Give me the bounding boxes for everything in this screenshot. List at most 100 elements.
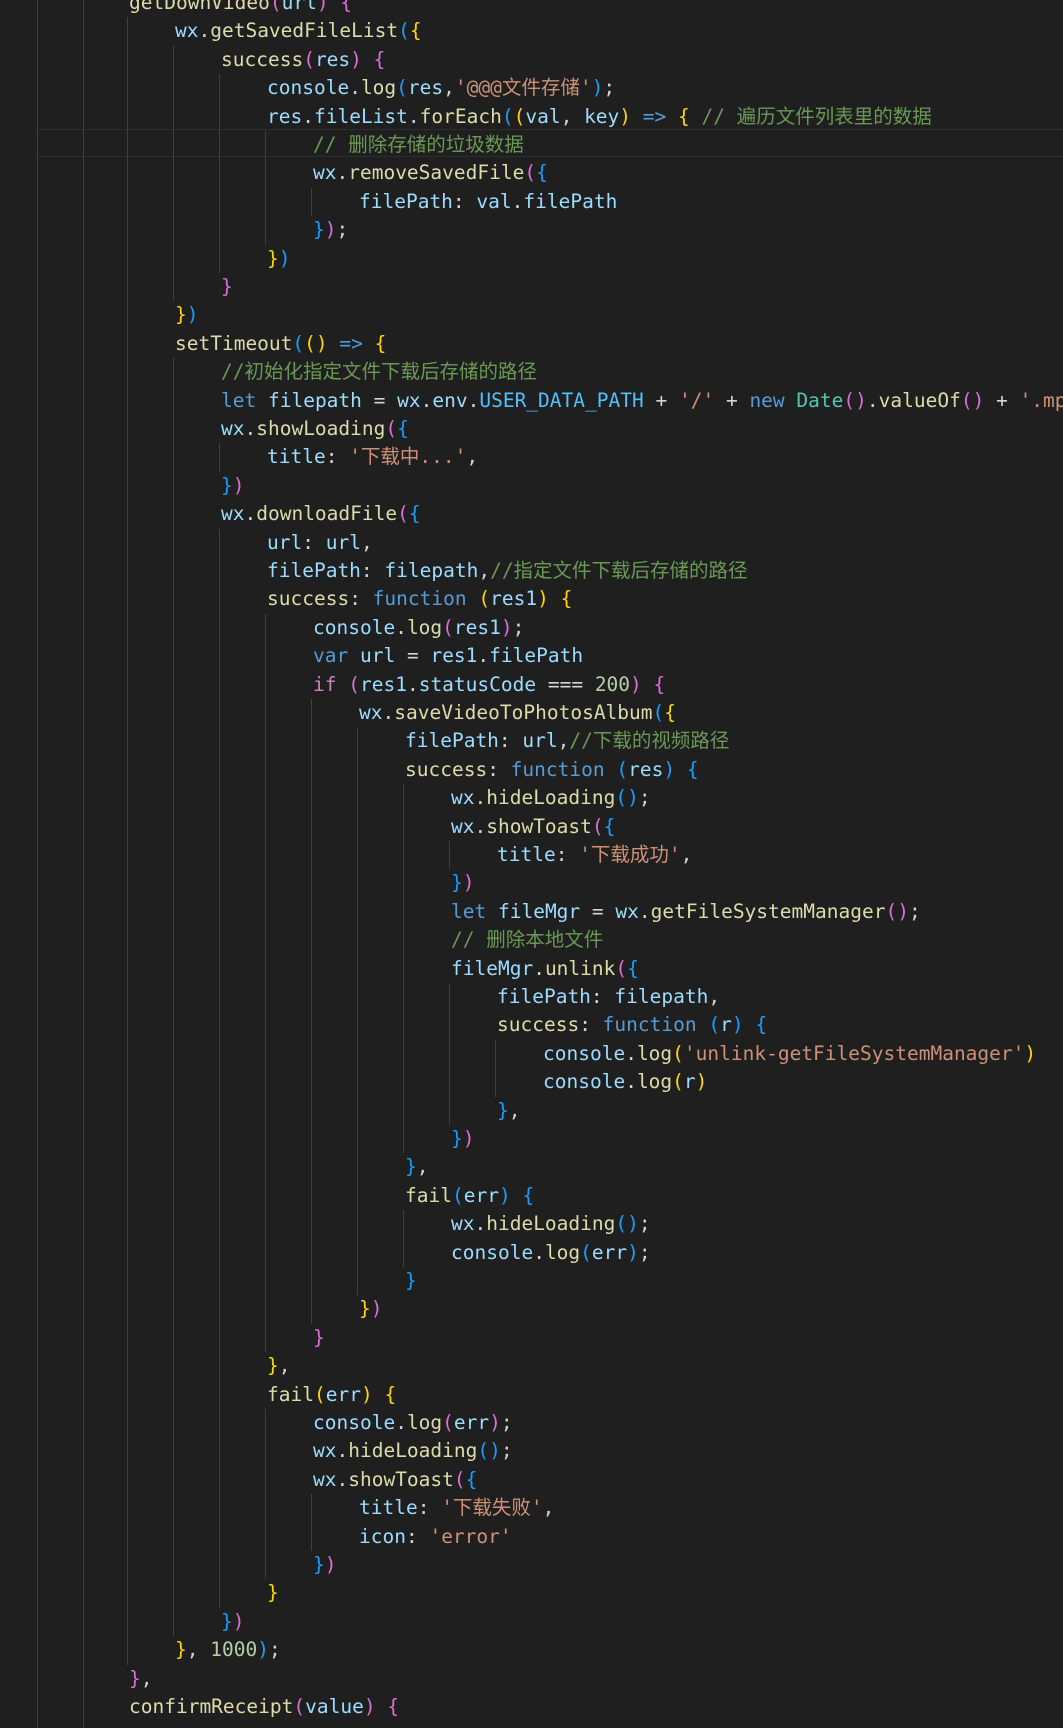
indent-guide (37, 0, 38, 1728)
code-token: : (417, 1496, 442, 1520)
code-token: filepath (267, 388, 362, 412)
code-line[interactable]: }, 1000); (175, 1636, 281, 1664)
code-token: url (281, 0, 317, 14)
code-line[interactable]: title: '下载失败', (359, 1494, 554, 1522)
code-line[interactable]: icon: 'error' (359, 1523, 512, 1551)
code-line[interactable]: var url = res1.filePath (313, 642, 583, 670)
code-line[interactable]: fail(err) { (405, 1182, 534, 1210)
code-token: ; (336, 218, 349, 242)
code-editor[interactable]: getDownVideo(url) {wx.getSavedFileList({… (0, 0, 1063, 1728)
code-token: ( (442, 1411, 454, 1434)
code-line[interactable]: // 删除存储的垃圾数据 (313, 131, 524, 159)
code-line[interactable]: if (res1.statusCode === 200) { (313, 671, 665, 699)
code-line[interactable]: }, (497, 1097, 521, 1125)
code-token: ( (304, 331, 316, 355)
code-line[interactable]: let fileMgr = wx.getFileSystemManager(); (451, 898, 921, 926)
code-token: wx (221, 502, 245, 526)
code-line[interactable]: wx.downloadFile({ (221, 500, 421, 528)
indent-guide (173, 45, 174, 302)
code-line[interactable]: wx.hideLoading(); (451, 1210, 651, 1238)
code-line[interactable]: res.fileList.forEach((val, key) => { // … (267, 103, 932, 131)
code-token: title (497, 843, 556, 866)
code-line[interactable]: } (267, 1579, 279, 1607)
code-line[interactable]: }, (405, 1153, 429, 1181)
code-token: success (267, 587, 350, 611)
code-token: unlink (544, 956, 616, 980)
code-line[interactable]: }) (359, 1295, 383, 1323)
code-line[interactable]: }) (313, 1551, 337, 1579)
code-line[interactable]: fileMgr.unlink({ (451, 955, 639, 983)
code-line[interactable]: } (221, 273, 233, 301)
code-token: ) (489, 1439, 501, 1463)
code-line[interactable]: getDownVideo(url) { (129, 0, 352, 17)
code-token: Date (796, 388, 844, 412)
code-line[interactable]: wx.hideLoading(); (313, 1437, 513, 1465)
code-token: log (544, 1240, 581, 1264)
code-line[interactable]: }) (451, 1125, 475, 1153)
code-token: ) (619, 104, 632, 128)
code-line[interactable]: success(res) { (221, 46, 385, 74)
code-token: , (560, 104, 585, 128)
code-token: success (497, 1013, 580, 1037)
code-token: res1 (430, 644, 478, 668)
code-line[interactable]: console.log(err); (451, 1239, 651, 1267)
code-line[interactable]: setTimeout(() => { (175, 330, 386, 358)
code-line[interactable]: } (313, 1324, 325, 1352)
code-line[interactable]: success: function (res) { (405, 756, 699, 784)
code-token: ( (615, 956, 628, 980)
code-line[interactable]: }) (451, 869, 475, 897)
code-token: ) (278, 246, 291, 270)
code-line[interactable]: url: url, (267, 529, 373, 557)
indent-guide (265, 613, 266, 1353)
code-line[interactable]: confirmReceipt(value) { (129, 1693, 399, 1721)
code-line[interactable]: fail(err) { (267, 1381, 396, 1409)
code-line[interactable]: // 删除本地文件 (451, 926, 603, 954)
code-line[interactable]: console.log(err); (313, 1409, 513, 1437)
code-line[interactable]: filePath: filepath,//指定文件下载后存储的路径 (267, 557, 748, 585)
code-line[interactable]: wx.saveVideoToPhotosAlbum({ (359, 699, 676, 727)
code-line[interactable]: filePath: url,//下载的视频路径 (405, 727, 729, 755)
code-line[interactable]: }) (221, 1608, 245, 1636)
code-line[interactable]: }); (313, 216, 348, 244)
code-line[interactable]: let filepath = wx.env.USER_DATA_PATH + '… (221, 387, 1063, 415)
code-token: . (477, 644, 490, 668)
code-line[interactable]: }) (267, 245, 291, 273)
code-line[interactable]: filePath: filepath, (497, 983, 720, 1011)
code-token: ) (232, 473, 245, 497)
code-line[interactable]: console.log(res1); (313, 614, 524, 642)
code-line[interactable]: console.log('unlink-getFileSystemManager… (543, 1040, 1036, 1068)
code-token: filePath (489, 644, 584, 668)
code-token: ; (512, 615, 525, 639)
code-token: : (360, 559, 385, 582)
code-token: } (221, 1609, 233, 1633)
code-line[interactable]: //初始化指定文件下载后存储的路径 (221, 358, 537, 386)
code-token: err (591, 1240, 628, 1264)
code-line[interactable]: success: function (res1) { (267, 585, 572, 613)
code-line[interactable]: }) (175, 301, 199, 329)
code-line[interactable]: wx.getSavedFileList({ (175, 17, 422, 45)
code-token: } (313, 1325, 325, 1349)
code-line[interactable]: wx.showToast({ (451, 813, 615, 841)
code-line[interactable]: success: function (r) { (497, 1011, 767, 1039)
code-line[interactable]: wx.showLoading({ (221, 415, 409, 443)
code-token: , (186, 1638, 211, 1662)
code-token: . (407, 104, 420, 128)
code-line[interactable]: console.log(r) (543, 1068, 707, 1096)
code-line[interactable]: wx.removeSavedFile({ (313, 159, 548, 187)
code-line[interactable]: }, (267, 1352, 291, 1380)
code-line[interactable]: } (405, 1267, 417, 1295)
code-line[interactable]: wx.hideLoading(); (451, 784, 651, 812)
code-line[interactable]: filePath: val.filePath (359, 188, 617, 216)
code-line[interactable]: }, (129, 1665, 153, 1693)
code-token: console (451, 1240, 534, 1264)
code-line[interactable]: title: '下载中...', (267, 443, 478, 471)
code-token: } (175, 1638, 187, 1662)
code-token: + (984, 388, 1020, 412)
code-line[interactable]: wx.showToast({ (313, 1466, 477, 1494)
code-line[interactable]: title: '下载成功', (497, 841, 692, 869)
code-line[interactable]: console.log(res,'@@@文件存储'); (267, 74, 615, 102)
code-line[interactable]: }) (221, 472, 245, 500)
code-token: . (625, 1070, 637, 1094)
